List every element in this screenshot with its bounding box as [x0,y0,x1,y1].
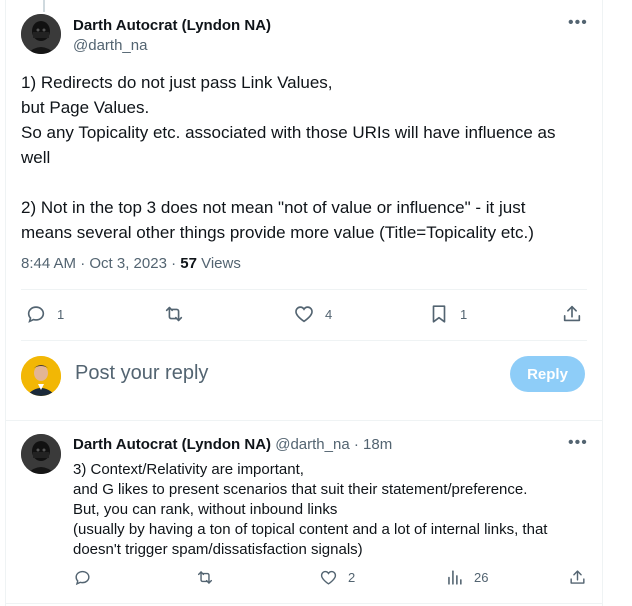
reply-composer: Reply [6,345,602,420]
tweet-timestamp[interactable]: 18m [363,436,392,453]
analytics-icon [448,570,462,585]
thread-connector-line [43,0,45,12]
repost-action[interactable] [195,568,215,587]
reply-text-line: 3) Context/Relativity are important, [73,461,304,478]
thread-column: Darth Autocrat (Lyndon NA) @darth_na •••… [5,0,603,606]
reply-action[interactable]: 1 [25,303,64,325]
separator: · [353,436,359,453]
share-icon [570,570,585,584]
heart-icon [320,570,337,585]
reply-text-line: (usually by having a ton of topical cont… [73,521,548,538]
author-name[interactable]: Darth Autocrat (Lyndon NA) [73,436,271,453]
reply-input[interactable] [75,362,475,385]
tweet-text-line: well [21,148,51,167]
reply-text-line: and G likes to present scenarios that su… [73,481,528,498]
tweet-timestamp[interactable]: 8:44 AM · Oct 3, 2023 · [21,255,176,272]
author-handle[interactable]: @darth_na [73,37,271,54]
share-action[interactable] [561,303,583,325]
reply-count: 1 [57,306,65,322]
like-action[interactable]: 2 [319,568,355,587]
like-count: 4 [325,306,333,322]
bookmark-icon [432,305,446,323]
reply-text-line: doesn't trigger spam/dissatisfaction sig… [73,541,363,558]
tweet-text: 1) Redirects do not just pass Link Value… [21,70,591,245]
divider [21,289,587,290]
more-dots-icon[interactable]: ••• [568,14,588,32]
divider [21,340,587,341]
share-icon [563,305,581,322]
bookmark-count: 1 [460,306,468,322]
like-action[interactable]: 4 [293,303,332,325]
reply-icon [75,570,90,586]
repost-icon [197,571,213,584]
tweet-text-line: means several other things provide more … [21,223,534,242]
views-action[interactable]: 26 [445,568,488,587]
views-label: Views [201,255,241,272]
more-dots-icon[interactable]: ••• [568,434,588,452]
repost-action[interactable] [162,303,186,325]
divider [6,603,602,604]
views-count: 26 [474,570,489,585]
like-count: 2 [348,570,356,585]
heart-icon [295,306,313,323]
views-count: 57 [180,255,197,272]
share-action[interactable] [568,568,587,587]
user-avatar[interactable] [21,356,61,396]
repost-icon [165,306,183,322]
avatar[interactable] [21,434,61,474]
avatar[interactable] [21,14,61,54]
tweet-text-line: 1) Redirects do not just pass Link Value… [21,73,333,92]
divider [6,420,602,421]
author-handle[interactable]: @darth_na [275,436,349,453]
tweet-meta: 8:44 AM · Oct 3, 2023 · 57 Views [21,255,241,272]
reply-button[interactable]: Reply [510,356,585,392]
bookmark-action[interactable]: 1 [428,303,467,325]
tweet-text-line: So any Topicality etc. associated with t… [21,123,556,142]
reply-action[interactable] [73,568,92,587]
reply-icon [27,306,45,323]
tweet-text-line: but Page Values. [21,98,150,117]
tweet-text-line: 2) Not in the top 3 does not mean "not o… [21,198,526,217]
reply-text-line: But, you can rank, without inbound links [73,501,338,518]
author-name[interactable]: Darth Autocrat (Lyndon NA) [73,17,271,34]
reply-text: 3) Context/Relativity are important, and… [73,460,583,560]
